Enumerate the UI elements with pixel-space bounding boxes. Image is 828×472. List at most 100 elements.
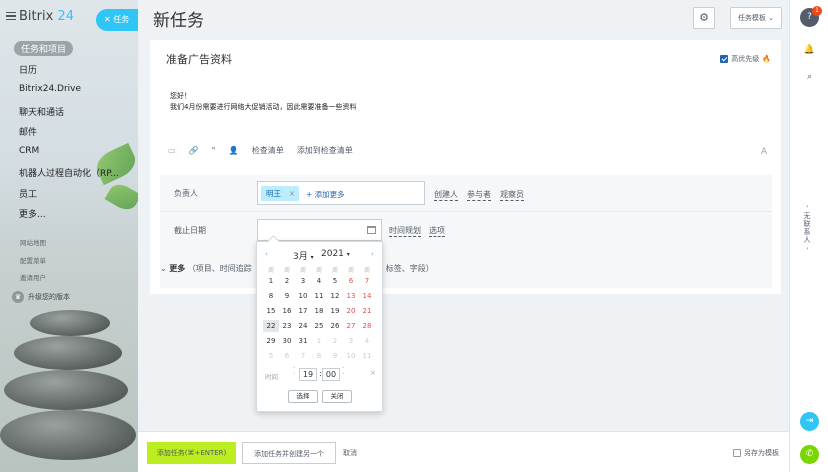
sitemap-link[interactable]: 网站地图: [20, 237, 46, 247]
calendar-day[interactable]: 23: [279, 320, 295, 332]
task-template-button[interactable]: 任务模板 ⌄: [730, 7, 782, 29]
calendar-day[interactable]: 30: [279, 335, 295, 347]
configure-menu-link[interactable]: 配置菜单: [20, 255, 46, 265]
calendar-day[interactable]: 10: [295, 290, 311, 302]
calendar-day[interactable]: 1: [263, 275, 279, 287]
calendar-day[interactable]: 19: [327, 305, 343, 317]
year-select[interactable]: 2021 ▾: [321, 249, 350, 259]
sidebar-item-employees[interactable]: 员工: [19, 187, 37, 200]
observers-link[interactable]: 观察员: [500, 189, 524, 201]
calendar-day[interactable]: 7: [295, 350, 311, 362]
calendar-day[interactable]: 3: [295, 275, 311, 287]
calendar-day[interactable]: 8: [263, 290, 279, 302]
calendar-day[interactable]: 22: [263, 320, 279, 332]
calendar-day[interactable]: 29: [263, 335, 279, 347]
menu-icon[interactable]: [6, 12, 16, 20]
calendar-day[interactable]: 28: [359, 320, 375, 332]
calendar-day[interactable]: 12: [327, 290, 343, 302]
calendar-day[interactable]: 7: [359, 275, 375, 287]
calendar-day[interactable]: 20: [343, 305, 359, 317]
calendar-day[interactable]: 25: [311, 320, 327, 332]
month-select[interactable]: 3月 ▾: [293, 249, 314, 262]
responsible-tag[interactable]: 明王 ×: [261, 186, 299, 201]
options-link[interactable]: 选项: [429, 225, 445, 237]
font-format-icon[interactable]: A: [761, 147, 767, 157]
calendar-day[interactable]: 31: [295, 335, 311, 347]
hour-stepper-icon[interactable]: ˄ ˅: [293, 367, 296, 379]
calendar-day[interactable]: 10: [343, 350, 359, 362]
attach-file-icon[interactable]: ▭: [168, 146, 176, 155]
task-title-input[interactable]: 准备广告资料: [166, 51, 232, 67]
time-planning-link[interactable]: 时间规划: [389, 225, 421, 237]
description-line[interactable]: 您好！: [170, 91, 191, 101]
settings-button[interactable]: ⚙: [693, 7, 715, 29]
participants-link[interactable]: 参与者: [467, 189, 491, 201]
creator-link[interactable]: 创建人: [434, 189, 458, 201]
calendar-day[interactable]: 2: [327, 335, 343, 347]
calendar-day[interactable]: 14: [359, 290, 375, 302]
add-more-link[interactable]: + 添加更多: [306, 189, 345, 200]
calendar-day[interactable]: 4: [359, 335, 375, 347]
calendar-day[interactable]: 3: [343, 335, 359, 347]
open-lines-icon[interactable]: ⇥: [800, 412, 819, 431]
calendar-day[interactable]: 17: [295, 305, 311, 317]
calendar-day[interactable]: 4: [311, 275, 327, 287]
minute-input[interactable]: 00: [322, 368, 340, 381]
calendar-day[interactable]: 6: [343, 275, 359, 287]
next-month-icon[interactable]: ›: [371, 250, 374, 258]
calendar-day[interactable]: 11: [359, 350, 375, 362]
calendar-day[interactable]: 16: [279, 305, 295, 317]
calendar-day[interactable]: 8: [311, 350, 327, 362]
calendar-day[interactable]: 1: [311, 335, 327, 347]
select-date-button[interactable]: 选择: [288, 390, 318, 403]
calendar-day[interactable]: 5: [263, 350, 279, 362]
calendar-day[interactable]: 26: [327, 320, 343, 332]
add-and-create-another-button[interactable]: 添加任务并创建另一个: [242, 442, 336, 464]
calendar-day[interactable]: 18: [311, 305, 327, 317]
calendar-day[interactable]: 11: [311, 290, 327, 302]
calendar-icon[interactable]: [367, 226, 376, 234]
calendar-day[interactable]: 21: [359, 305, 375, 317]
upgrade-link[interactable]: ♛ 升级您的版本: [12, 291, 70, 303]
save-template-checkbox[interactable]: [733, 449, 741, 457]
remove-icon[interactable]: ×: [289, 186, 295, 201]
quote-icon[interactable]: ❞: [212, 146, 216, 155]
add-task-button[interactable]: 添加任务(⌘+ENTER): [147, 442, 236, 464]
cancel-button[interactable]: 取消: [340, 442, 360, 464]
calendar-day[interactable]: 9: [279, 290, 295, 302]
calendar-day[interactable]: 9: [327, 350, 343, 362]
bell-icon[interactable]: 🔔: [800, 41, 819, 60]
prev-month-icon[interactable]: ‹: [265, 250, 268, 258]
responsible-field[interactable]: 明王 × + 添加更多: [257, 181, 425, 205]
high-priority-checkbox[interactable]: [720, 55, 729, 63]
high-priority-toggle[interactable]: 高优先级 🔥: [720, 54, 771, 64]
invite-users-link[interactable]: 邀请用户: [20, 272, 46, 282]
calendar-day[interactable]: 6: [279, 350, 295, 362]
sidebar-item-crm[interactable]: CRM: [19, 146, 39, 156]
close-calendar-button[interactable]: 关闭: [322, 390, 352, 403]
description-line[interactable]: 我们4月份需要进行网络大促销活动，因此需要准备一些资料: [170, 102, 356, 112]
calendar-day[interactable]: 13: [343, 290, 359, 302]
clear-time-icon[interactable]: ×: [370, 369, 376, 377]
calendar-day[interactable]: 5: [327, 275, 343, 287]
checklist-button[interactable]: 检查清单: [252, 145, 284, 156]
calendar-day[interactable]: 15: [263, 305, 279, 317]
task-slider-tab[interactable]: ✕ 任务: [96, 9, 140, 31]
sidebar-item-calendar[interactable]: 日历: [19, 63, 37, 76]
add-to-checklist-button[interactable]: 添加到检查清单: [297, 145, 353, 156]
sidebar-item-chat[interactable]: 聊天和通话: [19, 105, 64, 118]
hour-input[interactable]: 19: [299, 368, 317, 381]
sidebar-item-mail[interactable]: 邮件: [19, 125, 37, 138]
phone-icon[interactable]: ✆: [800, 445, 819, 464]
save-as-template-toggle[interactable]: 另存为模板: [733, 448, 779, 458]
calendar-day[interactable]: 2: [279, 275, 295, 287]
calendar-day[interactable]: 24: [295, 320, 311, 332]
brand-logo[interactable]: Bitrix 24: [19, 9, 74, 24]
calendar-day[interactable]: 27: [343, 320, 359, 332]
minute-stepper-icon[interactable]: ˄ ˅: [342, 367, 345, 379]
sidebar-item-more[interactable]: 更多...: [19, 207, 46, 220]
sidebar-item-rpa[interactable]: 机器人过程自动化（RP...: [19, 166, 119, 179]
search-icon[interactable]: ⌕: [800, 68, 819, 87]
sidebar-item-tasks[interactable]: 任务和项目: [14, 41, 74, 56]
mention-icon[interactable]: 👤: [229, 146, 239, 155]
